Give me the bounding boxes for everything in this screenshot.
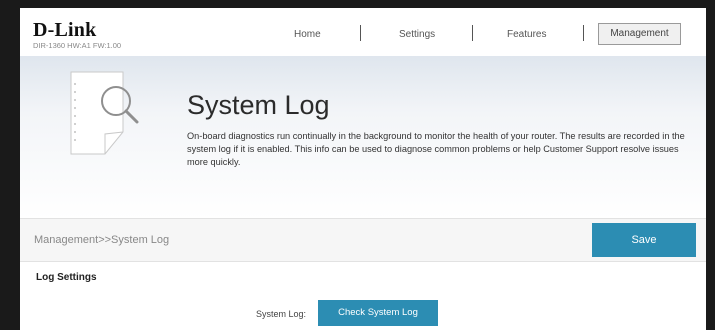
page-description: On-board diagnostics run continually in … (187, 131, 685, 167)
nav-separator (360, 25, 361, 41)
nav-features[interactable]: Features (507, 29, 546, 40)
dlink-logo: D-Link (33, 19, 97, 41)
save-button[interactable]: Save (592, 223, 696, 257)
check-system-log-button[interactable]: Check System Log (318, 300, 438, 326)
model-info: DIR-1360 HW:A1 FW:1.00 (33, 41, 122, 50)
breadcrumb-bar: Management>>System Log Save (20, 218, 706, 262)
breadcrumb: Management>>System Log (34, 234, 170, 246)
nav-separator (583, 25, 584, 41)
log-settings-heading: Log Settings (36, 272, 97, 283)
nav-management[interactable]: Management (598, 23, 681, 45)
nav-settings[interactable]: Settings (399, 29, 435, 40)
system-log-label: System Log: (256, 309, 307, 319)
router-admin-page: D-Link DIR-1360 HW:A1 FW:1.00 Home Setti… (20, 8, 706, 330)
top-navigation-bar: D-Link DIR-1360 HW:A1 FW:1.00 Home Setti… (20, 8, 706, 57)
page-title: System Log (187, 90, 330, 120)
nav-separator (472, 25, 473, 41)
nav-home[interactable]: Home (294, 29, 321, 40)
magnifier-document-icon (70, 71, 139, 155)
